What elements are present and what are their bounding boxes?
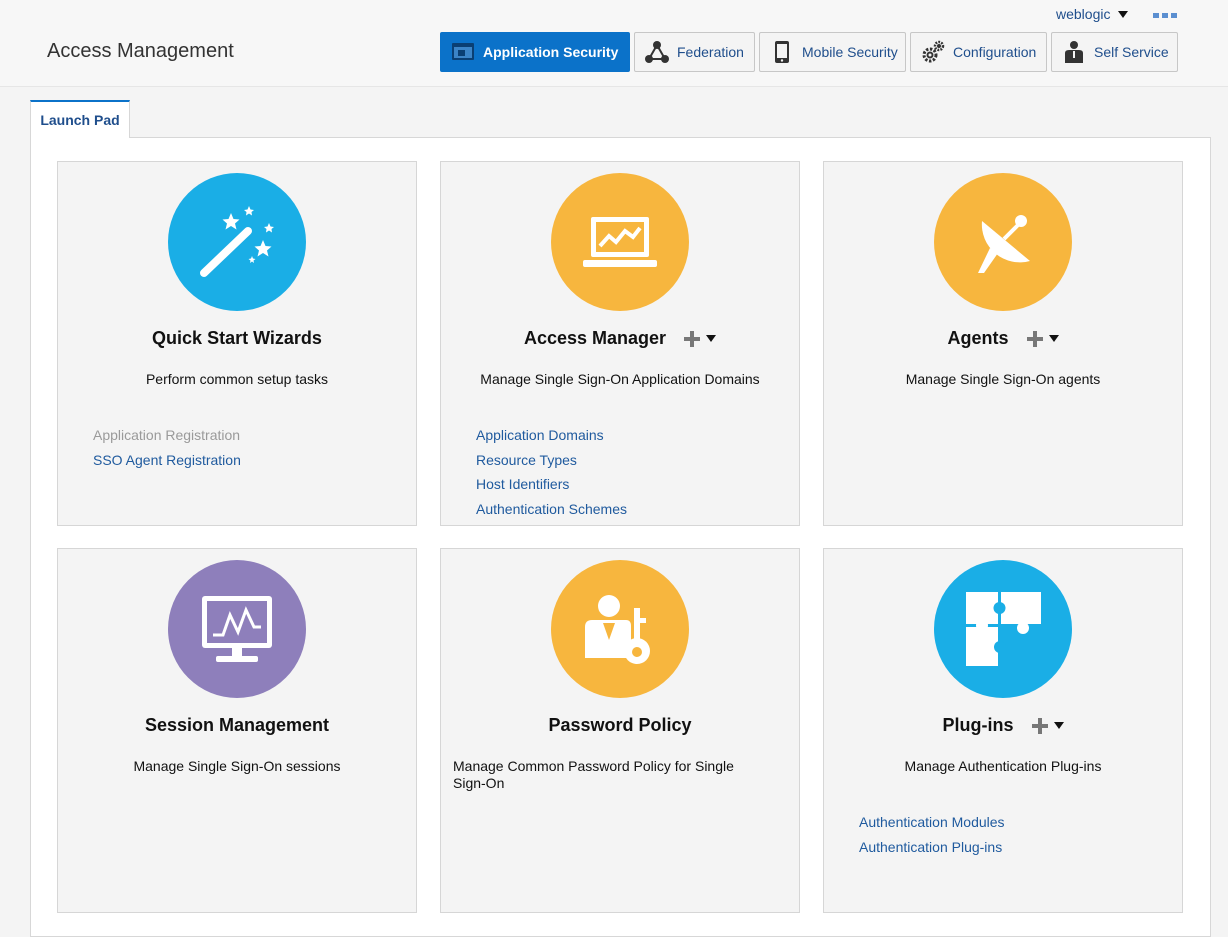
link-application-domains[interactable]: Application Domains	[476, 423, 627, 448]
card-title: Access Manager	[441, 328, 799, 349]
card-description: Manage Authentication Plug-ins	[904, 758, 1102, 774]
nav-application-security[interactable]: Application Security	[440, 32, 630, 72]
add-icon[interactable]	[1031, 717, 1048, 734]
link-application-registration: Application Registration	[93, 427, 241, 443]
card-title: Quick Start Wizards	[152, 328, 322, 348]
link-authentication-plug-ins[interactable]: Authentication Plug-ins	[859, 835, 1005, 860]
link-authentication-schemes[interactable]: Authentication Schemes	[476, 497, 627, 522]
add-icon[interactable]	[684, 330, 701, 347]
circle-badge	[168, 173, 306, 311]
card-description: Perform common setup tasks	[145, 371, 329, 387]
chevron-down-icon[interactable]	[706, 335, 717, 342]
nav-label: Mobile Security	[802, 44, 898, 60]
card-description: Manage Single Sign-On Application Domain…	[480, 371, 760, 387]
card-links: Application Registration SSO Agent Regis…	[93, 423, 241, 472]
card-quick-start-wizards: Quick Start Wizards Perform common setup…	[57, 161, 417, 526]
link-sso-agent-registration[interactable]: SSO Agent Registration	[93, 448, 241, 473]
apps-menu-icon[interactable]	[1153, 11, 1177, 20]
card-description: Manage Single Sign-On sessions	[133, 758, 341, 774]
card-access-manager: Access Manager Manage Single Sign-On App…	[440, 161, 800, 526]
circle-badge	[168, 560, 306, 698]
user-key-icon	[585, 595, 650, 664]
card-links: Application Domains Resource Types Host …	[476, 423, 627, 521]
user-menu[interactable]: weblogic	[1056, 6, 1129, 22]
nav-configuration[interactable]: Configuration	[910, 32, 1047, 72]
circle-badge	[934, 173, 1072, 311]
card-title: Password Policy	[548, 715, 692, 735]
card-session-management: Session Management Manage Single Sign-On…	[57, 548, 417, 913]
card-title: Session Management	[144, 715, 330, 735]
chevron-down-icon[interactable]	[1048, 335, 1059, 342]
circle-badge	[551, 560, 689, 698]
card-links: Authentication Modules Authentication Pl…	[859, 810, 1005, 859]
nav-label: Configuration	[953, 44, 1037, 60]
link-authentication-modules[interactable]: Authentication Modules	[859, 810, 1005, 835]
nav-self-service[interactable]: Self Service	[1051, 32, 1178, 72]
puzzle-icon	[966, 592, 1041, 666]
mobile-icon	[775, 41, 789, 63]
federation-icon	[645, 41, 669, 63]
link-resource-types[interactable]: Resource Types	[476, 448, 627, 473]
person-icon	[1065, 41, 1083, 63]
nav-label: Application Security	[483, 44, 619, 60]
nav-federation[interactable]: Federation	[634, 32, 755, 72]
application-security-icon	[452, 43, 474, 60]
user-name: weblogic	[1056, 6, 1111, 22]
app-header: Access Management weblogic Application S…	[0, 0, 1228, 87]
circle-badge	[551, 173, 689, 311]
magic-wand-icon	[200, 206, 274, 277]
card-title: Agents	[824, 328, 1182, 349]
circle-badge	[934, 560, 1072, 698]
laptop-chart-icon	[583, 217, 657, 267]
main-navigation: Application Security Federation Mobile S…	[0, 32, 1228, 74]
chevron-down-icon	[1118, 11, 1129, 18]
add-icon[interactable]	[1026, 330, 1043, 347]
card-agents: Agents Manage Single Sign-On agents	[823, 161, 1183, 526]
card-plug-ins: Plug-ins Manage Authentication Plug-ins …	[823, 548, 1183, 913]
monitor-pulse-icon	[202, 596, 272, 662]
gears-icon	[922, 40, 945, 63]
nav-mobile-security[interactable]: Mobile Security	[759, 32, 906, 72]
tab-launch-pad[interactable]: Launch Pad	[30, 100, 130, 138]
card-title: Plug-ins	[824, 715, 1182, 736]
nav-label: Federation	[677, 44, 744, 60]
card-password-policy: Password Policy Manage Common Password P…	[440, 548, 800, 913]
launch-pad-panel: Quick Start Wizards Perform common setup…	[30, 137, 1211, 937]
nav-label: Self Service	[1094, 44, 1169, 60]
card-description: Manage Single Sign-On agents	[905, 371, 1101, 387]
satellite-dish-icon	[978, 215, 1030, 273]
card-description: Manage Common Password Policy for Single…	[453, 758, 734, 791]
link-host-identifiers[interactable]: Host Identifiers	[476, 472, 627, 497]
chevron-down-icon[interactable]	[1053, 722, 1064, 729]
